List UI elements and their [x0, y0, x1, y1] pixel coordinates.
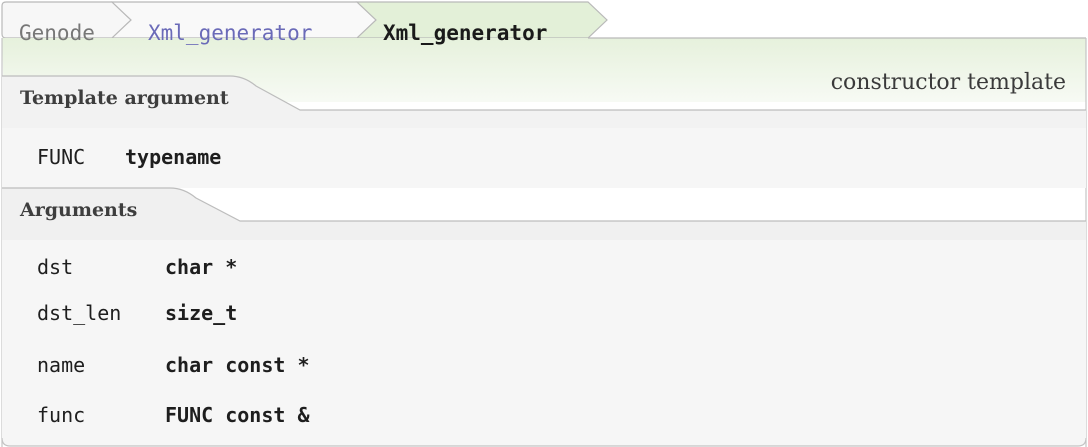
- arg-type-dst: char *: [165, 255, 238, 279]
- doc-background: [1, 1, 1087, 447]
- breadcrumb-genode[interactable]: Genode: [19, 18, 95, 48]
- template-arg-name: FUNC: [37, 145, 86, 169]
- arg-name-dst-len: dst_len: [37, 301, 122, 325]
- breadcrumb-xml-generator-current: Xml_generator: [383, 21, 548, 45]
- arg-type-name: char const *: [165, 353, 310, 377]
- arguments-title: Arguments: [20, 199, 138, 221]
- template-arg-type: typename: [125, 145, 222, 169]
- arg-type-func: FUNC const &: [165, 403, 310, 427]
- arg-name-dst: dst: [37, 255, 74, 279]
- kind-label: constructor template: [830, 70, 1066, 95]
- arg-name-func: func: [37, 403, 86, 427]
- arguments-section-header: [2, 188, 1086, 240]
- template-argument-title: Template argument: [20, 87, 229, 109]
- arg-type-dst-len: size_t: [165, 301, 238, 325]
- arg-name-name: name: [37, 353, 86, 377]
- breadcrumb-xml-generator-class[interactable]: Xml_generator: [148, 18, 312, 48]
